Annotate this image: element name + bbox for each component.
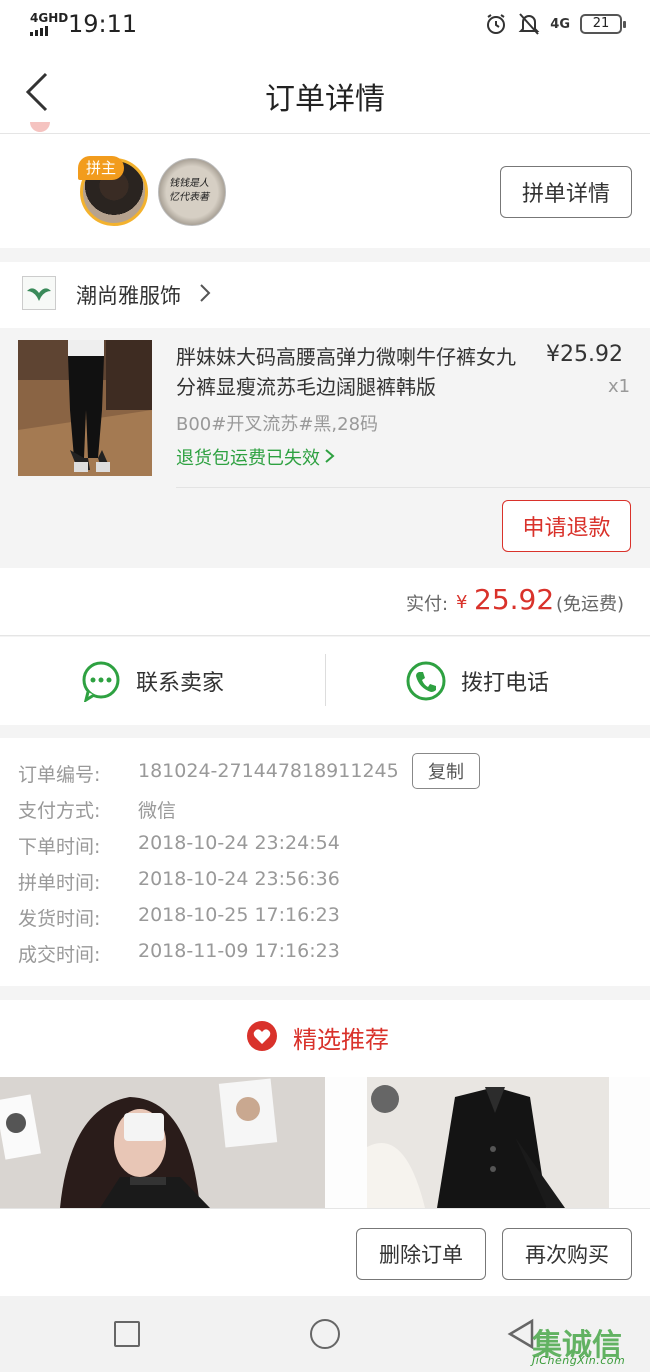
shipping-free-label: (免运费)	[556, 594, 625, 615]
product-quantity: x1	[608, 376, 631, 397]
deal-time-row: 成交时间: 2018-11-09 17:16:23	[18, 940, 340, 967]
watermark-url: JiChengXin.com	[532, 1354, 626, 1367]
divider	[325, 654, 326, 706]
signal-bars-icon	[30, 26, 68, 36]
info-value: 2018-11-09 17:16:23	[138, 940, 340, 962]
refund-button[interactable]: 申请退款	[502, 500, 631, 552]
chevron-right-icon	[325, 449, 335, 463]
info-value: 微信	[138, 800, 177, 822]
avatar-member[interactable]: 钱钱是人 忆代表著	[158, 158, 226, 226]
status-time: 19:11	[68, 10, 138, 38]
info-key: 发货时间:	[18, 908, 101, 930]
product-spec: B00#开叉流苏#黑,28码	[176, 414, 379, 435]
recommend-item-image[interactable]	[0, 1077, 325, 1208]
chat-bubble-icon	[82, 661, 120, 702]
call-phone-label: 拨打电话	[461, 671, 550, 696]
signal-indicator: 4GHD	[30, 12, 68, 36]
ship-time-row: 发货时间: 2018-10-25 17:16:23	[18, 904, 340, 931]
info-value: 2018-10-24 23:24:54	[138, 832, 340, 854]
phone-icon	[406, 661, 446, 701]
recommend-title: 精选推荐	[293, 1026, 389, 1054]
info-key: 拼单时间:	[18, 872, 101, 894]
order-number: 181024-271447818911245	[138, 760, 399, 782]
paid-label: 实付:	[406, 594, 449, 615]
paid-amount: 25.92	[474, 583, 555, 616]
host-badge: 拼主	[78, 156, 125, 180]
avatar-scribble: 钱钱是人 忆代表著	[169, 178, 209, 203]
info-value: 2018-10-24 23:56:36	[138, 868, 340, 890]
buy-again-button[interactable]: 再次购买	[502, 1228, 632, 1280]
call-phone-button[interactable]: 拨打电话	[405, 660, 549, 702]
page-title: 订单详情	[265, 82, 385, 117]
product-image[interactable]	[18, 340, 152, 476]
store-name[interactable]: 潮尚雅服饰	[76, 280, 181, 310]
network-type: 4GHD	[30, 11, 69, 25]
payment-method-row: 支付方式: 微信	[18, 796, 176, 823]
info-key: 下单时间:	[18, 836, 101, 858]
heart-badge-icon	[247, 1021, 277, 1051]
shipping-insurance-link[interactable]: 退货包运费已失效	[176, 444, 336, 470]
paid-currency: ¥	[456, 592, 468, 613]
order-time-row: 下单时间: 2018-10-24 23:24:54	[18, 832, 340, 859]
nav-bar: 订单详情	[0, 52, 650, 134]
contact-seller-label: 联系卖家	[136, 671, 225, 696]
order-number-row: 订单编号: 181024-271447818911245	[18, 760, 399, 787]
shipping-insurance-label: 退货包运费已失效	[176, 448, 320, 469]
chevron-right-icon	[200, 284, 211, 302]
product-title[interactable]: 胖妹妹大码高腰高弹力微喇牛仔裤女九分裤显瘦流苏毛边阔腿裤韩版	[176, 342, 526, 402]
info-value: 2018-10-25 17:16:23	[138, 904, 340, 926]
battery-icon: 21	[580, 14, 626, 34]
home-icon[interactable]	[310, 1319, 340, 1349]
status-icons: 4G 21	[484, 12, 626, 36]
info-key: 支付方式:	[18, 800, 101, 822]
product-price: ¥25.92	[546, 342, 623, 367]
info-key: 订单编号:	[18, 764, 101, 786]
store-logo-icon	[22, 276, 56, 310]
battery-level: 21	[592, 16, 610, 31]
network-right: 4G	[550, 16, 570, 32]
delete-order-button[interactable]: 删除订单	[356, 1228, 486, 1280]
alarm-icon	[487, 14, 506, 34]
divider	[176, 487, 650, 488]
recommend-item-image[interactable]	[325, 1077, 650, 1208]
group-detail-button[interactable]: 拼单详情	[500, 166, 632, 218]
info-key: 成交时间:	[18, 944, 101, 966]
contact-seller-button[interactable]: 联系卖家	[80, 660, 224, 702]
recents-icon[interactable]	[114, 1321, 140, 1347]
mute-bell-icon	[518, 13, 540, 35]
group-time-row: 拼单时间: 2018-10-24 23:56:36	[18, 868, 340, 895]
copy-button[interactable]: 复制	[412, 753, 480, 789]
